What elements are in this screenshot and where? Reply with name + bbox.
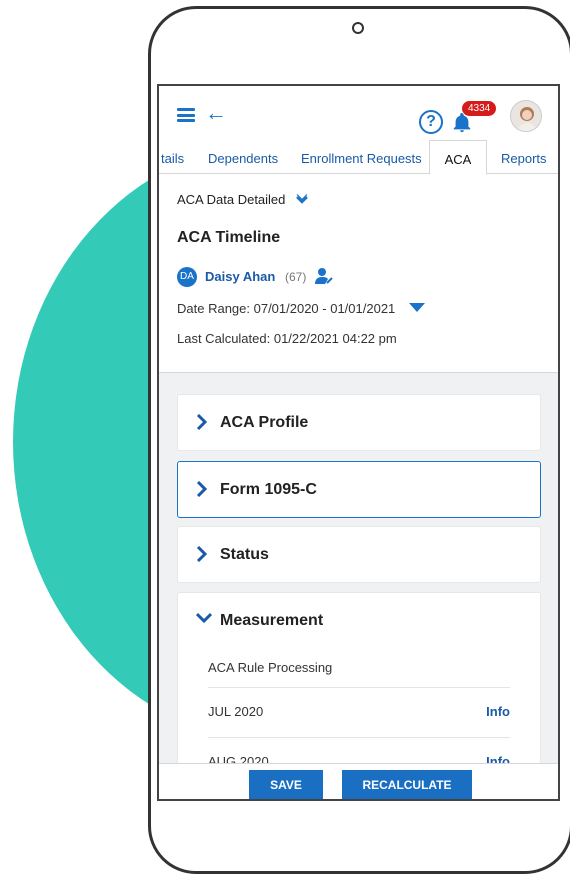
employee-name-link[interactable]: Daisy Ahan — [205, 269, 275, 284]
chevron-down-icon — [196, 612, 212, 624]
action-bar: SAVE RECALCULATE — [159, 763, 558, 799]
card-form-1095c[interactable]: Form 1095-C — [177, 461, 541, 518]
tab-aca[interactable]: ACA — [429, 140, 487, 175]
caret-down-icon[interactable] — [408, 303, 425, 312]
user-avatar[interactable] — [510, 100, 542, 132]
tab-details[interactable]: tails — [161, 151, 184, 166]
measurement-heading-row: ACA Rule Processing — [208, 648, 510, 688]
chevron-right-icon — [196, 481, 208, 497]
chevron-right-icon — [196, 414, 208, 430]
app-screen: ← ? 4334 tails Dependents Enrollment Req… — [157, 84, 560, 801]
view-selector[interactable]: ACA Data Detailed — [159, 174, 558, 207]
page-title: ACA Timeline — [177, 229, 281, 246]
phone-camera — [352, 22, 364, 34]
chevron-down-icon — [296, 194, 308, 204]
recalculate-button[interactable]: RECALCULATE — [342, 770, 472, 799]
card-aca-profile[interactable]: ACA Profile — [177, 394, 541, 451]
view-selector-label: ACA Data Detailed — [177, 192, 286, 207]
last-calculated: Last Calculated: 01/22/2021 04:22 pm — [177, 331, 397, 346]
tab-reports[interactable]: Reports — [501, 151, 547, 166]
back-arrow-icon[interactable]: ← — [205, 100, 227, 126]
card-header[interactable]: Status — [178, 527, 540, 582]
card-header[interactable]: Form 1095-C — [178, 462, 540, 517]
date-range-text: Date Range: 07/01/2020 - 01/01/2021 — [177, 301, 396, 316]
edit-person-icon[interactable] — [314, 267, 334, 285]
app-header: ← ? 4334 — [159, 86, 558, 140]
card-title: Status — [220, 546, 269, 563]
measurement-heading: ACA Rule Processing — [208, 660, 333, 675]
date-range-row[interactable]: Date Range: 07/01/2020 - 01/01/2021 — [159, 299, 558, 329]
employee-age: (67) — [285, 270, 307, 284]
menu-icon[interactable] — [177, 108, 195, 122]
month-label: JUL 2020 — [208, 704, 264, 719]
card-title: Form 1095-C — [220, 481, 317, 498]
chevron-right-icon — [196, 546, 208, 562]
employee-row: DA Daisy Ahan (67) — [159, 263, 558, 299]
help-icon[interactable]: ? — [419, 110, 443, 134]
card-status[interactable]: Status — [177, 526, 541, 583]
card-header[interactable]: ACA Profile — [178, 395, 540, 450]
save-button[interactable]: SAVE — [249, 770, 323, 799]
employee-initials-avatar: DA — [177, 267, 197, 287]
card-header[interactable]: Measurement — [178, 593, 540, 648]
info-link[interactable]: Info — [486, 704, 510, 719]
notification-badge: 4334 — [461, 100, 498, 117]
tab-bar: tails Dependents Enrollment Requests ACA… — [159, 140, 558, 175]
tab-enrollment-requests[interactable]: Enrollment Requests — [301, 151, 422, 166]
table-row: JUL 2020 Info — [208, 688, 510, 738]
tab-dependents[interactable]: Dependents — [208, 151, 278, 166]
sections-panel: ACA Profile Form 1095-C Status Measureme… — [159, 372, 558, 792]
card-title: ACA Profile — [220, 414, 309, 431]
card-measurement: Measurement ACA Rule Processing JUL 2020… — [177, 592, 541, 792]
card-title: Measurement — [220, 612, 324, 629]
